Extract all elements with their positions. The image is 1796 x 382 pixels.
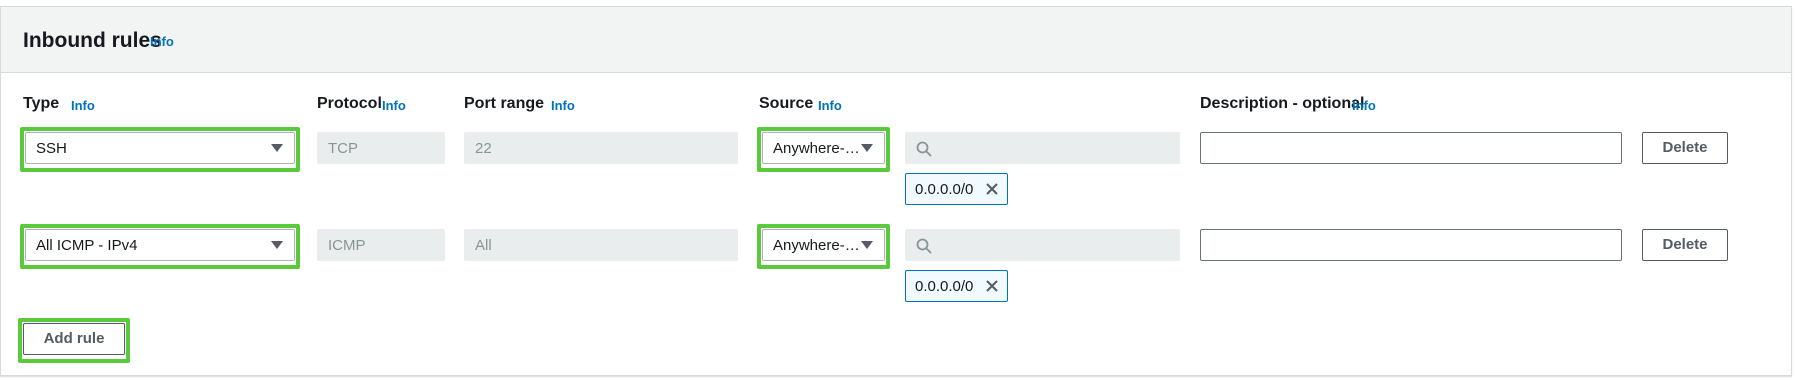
caret-down-icon	[861, 241, 873, 249]
title-info-link[interactable]: Info	[150, 34, 174, 49]
caret-down-icon	[861, 144, 873, 152]
source-select-value: Anywhere-…	[773, 140, 860, 157]
source-search-input[interactable]	[905, 229, 1180, 261]
type-column-label: Type	[23, 95, 60, 112]
caret-down-icon	[271, 144, 283, 152]
panel-header: Inbound rules Info	[1, 7, 1791, 73]
source-select[interactable]: Anywhere-…	[762, 132, 885, 164]
port-range-field: All	[464, 229, 738, 261]
delete-button[interactable]: Delete	[1642, 132, 1728, 164]
type-info-link[interactable]: Info	[71, 98, 95, 113]
caret-down-icon	[271, 241, 283, 249]
port-range-info-link[interactable]: Info	[551, 98, 575, 113]
source-select-value: Anywhere-…	[773, 237, 860, 254]
source-select[interactable]: Anywhere-…	[762, 229, 885, 261]
source-info-link[interactable]: Info	[818, 98, 842, 113]
close-icon[interactable]	[985, 182, 999, 196]
cidr-token: 0.0.0.0/0	[905, 270, 1008, 302]
protocol-field: ICMP	[317, 229, 445, 261]
protocol-info-link[interactable]: Info	[382, 98, 406, 113]
type-select-value: SSH	[36, 140, 67, 157]
type-select-value: All ICMP - IPv4	[36, 237, 138, 254]
close-icon[interactable]	[985, 279, 999, 293]
add-rule-button[interactable]: Add rule	[23, 323, 125, 355]
delete-button[interactable]: Delete	[1642, 229, 1728, 261]
protocol-field: TCP	[317, 132, 445, 164]
inbound-rules-panel: Inbound rules Info Type Info Protocol In…	[0, 6, 1792, 376]
description-input[interactable]	[1200, 132, 1622, 164]
port-range-field: 22	[464, 132, 738, 164]
source-search-input[interactable]	[905, 132, 1180, 164]
panel-title: Inbound rules	[23, 29, 162, 52]
search-icon	[916, 238, 932, 254]
source-column-label: Source	[759, 95, 814, 112]
description-column-label: Description - optional	[1200, 95, 1365, 112]
search-icon	[916, 141, 932, 157]
type-select[interactable]: All ICMP - IPv4	[25, 229, 295, 261]
port-range-column-label: Port range	[464, 95, 545, 112]
type-select[interactable]: SSH	[25, 132, 295, 164]
cidr-token-value: 0.0.0.0/0	[915, 181, 974, 198]
description-info-link[interactable]: Info	[1352, 98, 1376, 113]
cidr-token-value: 0.0.0.0/0	[915, 278, 974, 295]
protocol-column-label: Protocol	[317, 95, 382, 112]
cidr-token: 0.0.0.0/0	[905, 173, 1008, 205]
description-input[interactable]	[1200, 229, 1622, 261]
